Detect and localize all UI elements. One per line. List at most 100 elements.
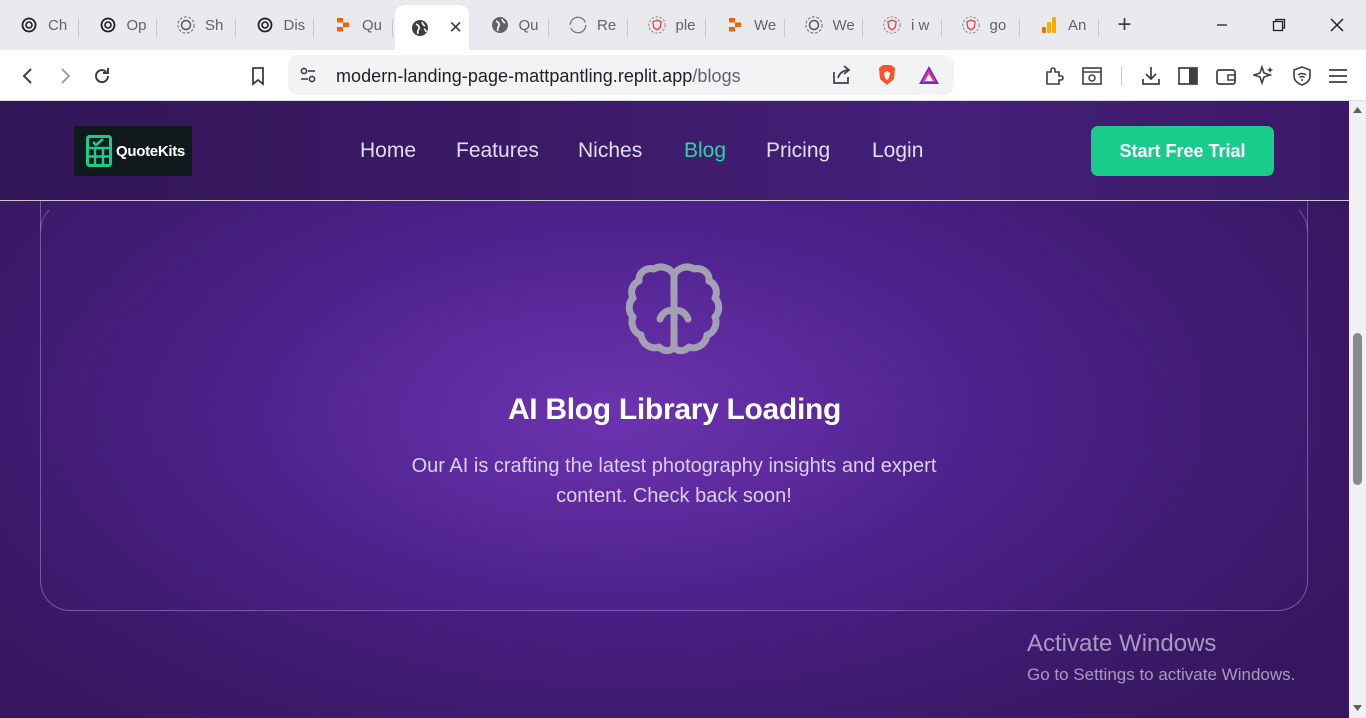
windows-activation-watermark: Activate Windows Go to Settings to activ…: [1027, 630, 1295, 685]
address-bar[interactable]: modern-landing-page-mattpantling.replit.…: [288, 55, 954, 95]
new-tab-button[interactable]: +: [1103, 6, 1147, 44]
reload-icon: [95, 68, 110, 84]
card-description: Our AI is crafting the latest photograph…: [411, 455, 937, 507]
tab-title: Qu: [518, 16, 539, 34]
close-tab-icon[interactable]: ✕: [449, 18, 463, 38]
browser-tab-active[interactable]: ✕: [394, 5, 469, 50]
restore-icon: [1272, 18, 1286, 32]
replit-icon: [334, 16, 352, 34]
shield-icon: [1293, 66, 1311, 86]
brave-icon: [961, 16, 980, 34]
brave-rewards-icon[interactable]: [918, 65, 940, 90]
forward-button[interactable]: [50, 61, 80, 91]
tab-title: i w: [911, 16, 930, 34]
url-host: modern-landing-page-mattpantling.replit.…: [336, 66, 693, 86]
extensions-button[interactable]: [1039, 61, 1069, 91]
restore-button[interactable]: [1250, 0, 1308, 50]
back-button[interactable]: [13, 61, 43, 91]
minimize-icon: [1217, 24, 1227, 26]
tab-title: ple: [675, 16, 696, 34]
browser-tab[interactable]: Ch: [0, 6, 79, 44]
back-arrow-icon: [22, 68, 32, 84]
forward-arrow-icon: [61, 68, 71, 84]
watermark-title: Activate Windows: [1027, 630, 1217, 657]
vpn-button[interactable]: [1287, 61, 1317, 91]
reader-icon: [1082, 67, 1102, 85]
tab-title: Sh: [205, 16, 224, 34]
scrollbar-thumb[interactable]: [1353, 333, 1362, 485]
nav-pricing[interactable]: Pricing: [766, 139, 830, 163]
browser-tab[interactable]: Sh: [157, 6, 236, 44]
close-icon: [1330, 18, 1344, 32]
page-scrollbar[interactable]: [1349, 101, 1366, 718]
nav-login[interactable]: Login: [872, 139, 923, 163]
browser-tab[interactable]: We: [706, 6, 785, 44]
nav-blog[interactable]: Blog: [684, 139, 726, 163]
brave-shields-icon[interactable]: [876, 63, 898, 92]
brain-icon: [625, 263, 723, 355]
nav-niches[interactable]: Niches: [578, 139, 642, 163]
wallet-icon: [1216, 69, 1236, 85]
url-path: /blogs: [692, 66, 741, 86]
wallet-button[interactable]: [1211, 61, 1241, 91]
browser-tab[interactable]: We: [785, 6, 863, 44]
replit-icon: [726, 16, 744, 34]
close-window-button[interactable]: [1308, 0, 1366, 50]
share-icon[interactable]: [830, 64, 852, 91]
browser-tab[interactable]: Dis: [236, 6, 314, 44]
hamburger-icon: [1329, 69, 1347, 83]
tab-title: An: [1068, 16, 1087, 34]
site-settings-icon[interactable]: [298, 65, 318, 90]
loading-icon: [569, 16, 587, 34]
downloads-button[interactable]: [1136, 61, 1166, 91]
brave-icon: [883, 16, 901, 34]
web-page: QuoteKits Home Features Niches Blog Pric…: [0, 101, 1349, 718]
menu-button[interactable]: [1323, 61, 1353, 91]
tab-title: Dis: [283, 16, 306, 34]
watermark-subtitle: Go to Settings to activate Windows.: [1027, 665, 1296, 684]
globe-icon: [411, 19, 429, 37]
minimize-button[interactable]: [1193, 0, 1251, 50]
leo-ai-button[interactable]: [1249, 61, 1279, 91]
sidebar-button[interactable]: [1173, 61, 1203, 91]
scroll-up-icon[interactable]: [1353, 107, 1362, 113]
tab-title: We: [754, 16, 777, 34]
scroll-down-icon[interactable]: [1353, 705, 1362, 711]
browser-tab[interactable]: Op: [79, 6, 157, 44]
tab-title: Re: [597, 16, 617, 34]
sidebar-icon: [1178, 67, 1198, 85]
browser-toolbar: modern-landing-page-mattpantling.replit.…: [0, 50, 1366, 101]
nav-features[interactable]: Features: [456, 139, 539, 163]
reader-mode-button[interactable]: [1077, 61, 1107, 91]
url-text[interactable]: modern-landing-page-mattpantling.replit.…: [336, 66, 741, 87]
browser-tab[interactable]: ple: [628, 6, 706, 44]
browser-tab[interactable]: An: [1020, 6, 1099, 44]
browser-tab[interactable]: i w: [863, 6, 942, 44]
tab-title: Op: [126, 16, 147, 34]
browser-tab[interactable]: Re: [549, 6, 628, 44]
bookmark-button[interactable]: [243, 61, 273, 91]
toolbar-divider: [1121, 66, 1122, 86]
globe-icon: [491, 16, 509, 34]
openai-dashed-icon: [804, 16, 823, 34]
openai-icon: [99, 16, 117, 34]
download-icon: [1142, 67, 1160, 85]
site-header: QuoteKits Home Features Niches Blog Pric…: [0, 101, 1349, 201]
openai-icon: [20, 16, 38, 34]
browser-tab[interactable]: go: [942, 6, 1020, 44]
reload-button[interactable]: [87, 61, 117, 91]
puzzle-icon: [1046, 67, 1064, 85]
tab-title: go: [989, 16, 1007, 34]
browser-tab[interactable]: Qu: [314, 6, 393, 44]
sparkle-icon: [1253, 65, 1273, 86]
nav-home[interactable]: Home: [360, 139, 416, 163]
tab-strip: Ch Op Sh Dis Qu ✕ Qu Re ple We We i w go…: [0, 0, 1366, 50]
openai-icon: [256, 16, 274, 34]
tab-title: We: [832, 16, 855, 34]
bookmark-icon: [252, 67, 264, 86]
start-free-trial-button[interactable]: Start Free Trial: [1091, 126, 1274, 176]
card-title: AI Blog Library Loading: [507, 393, 842, 426]
tab-title: Qu: [362, 16, 383, 34]
analytics-icon: [1040, 16, 1058, 34]
browser-tab[interactable]: Qu: [471, 6, 549, 44]
